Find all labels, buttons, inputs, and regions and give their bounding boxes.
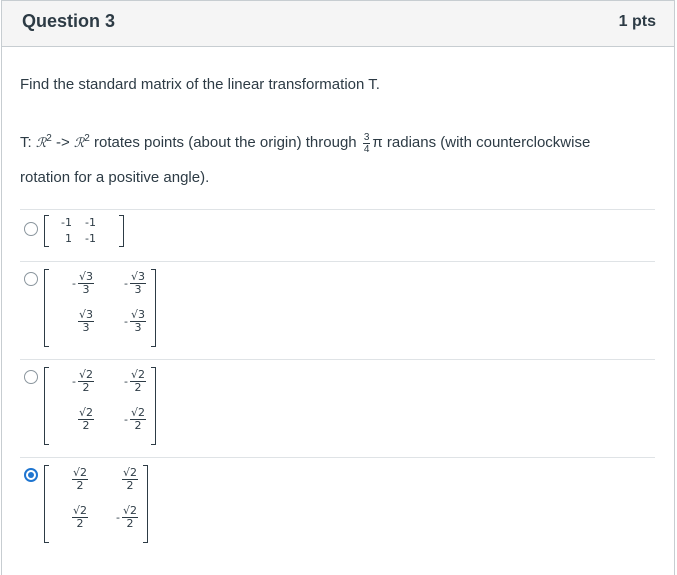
fraction: √3 3	[129, 271, 146, 296]
denominator: 3	[134, 321, 142, 334]
matrix: - √3 3 - √3 3 √3 3 - √3 3	[44, 269, 156, 347]
r-symbol: ℛ	[73, 136, 85, 151]
matrix-cell: - √3 3	[98, 309, 146, 334]
question-prompt: Find the standard matrix of the linear t…	[20, 76, 380, 93]
fraction: √2 2	[71, 467, 88, 492]
description-line-1: T: ℛ2 -> ℛ2 rotates points (about the or…	[20, 122, 650, 161]
left-bracket	[44, 215, 49, 247]
matrix-cell: - √2 2	[98, 369, 146, 394]
matrix-cell: -1	[85, 232, 96, 245]
minus-sign: -	[124, 413, 128, 426]
matrix-cell: √3 3	[50, 309, 94, 334]
right-bracket	[119, 215, 124, 247]
fraction: √2 2	[121, 505, 138, 530]
left-bracket	[44, 269, 49, 347]
matrix-cell: -1	[85, 216, 96, 229]
matrix-cell: √2 2	[92, 467, 138, 492]
fraction: √2 2	[129, 407, 146, 432]
matrix-cell: -1	[61, 216, 72, 229]
question-points: 1 pts	[618, 13, 656, 30]
fraction: √3 3	[77, 271, 94, 296]
minus-sign: -	[116, 511, 120, 524]
radio-button[interactable]	[24, 222, 38, 236]
right-bracket	[151, 269, 156, 347]
radio-button[interactable]	[24, 370, 38, 384]
matrix-cell: 1	[65, 232, 72, 245]
question-header: Question 3 1 pts	[2, 1, 674, 47]
question-title: Question 3	[22, 11, 116, 31]
minus-sign: -	[124, 315, 128, 328]
angle-denominator: 4	[363, 143, 370, 155]
fraction: √2 2	[121, 467, 138, 492]
denominator: 2	[76, 479, 84, 492]
right-bracket	[143, 465, 148, 543]
denominator: 2	[134, 419, 142, 432]
matrix-cell: - √3 3	[98, 271, 146, 296]
denominator: 3	[82, 283, 90, 296]
t-prefix: T:	[20, 134, 36, 151]
angle-numerator: 3	[362, 131, 371, 144]
arrow: ->	[51, 134, 74, 151]
r-symbol: ℛ	[35, 136, 47, 151]
matrix-cell: - √2 2	[92, 505, 138, 530]
matrix: - √2 2 - √2 2 √2 2 - √2 2	[44, 367, 156, 445]
radio-button[interactable]	[24, 272, 38, 286]
fraction: √3 3	[77, 309, 94, 334]
fraction: √2 2	[71, 505, 88, 530]
divider	[20, 209, 655, 210]
denominator: 2	[126, 479, 134, 492]
radio-button-selected[interactable]	[24, 468, 38, 482]
denominator: 2	[134, 381, 142, 394]
matrix-cell: √2 2	[50, 467, 88, 492]
fraction: √3 3	[129, 309, 146, 334]
fraction: √2 2	[77, 407, 94, 432]
minus-sign: -	[124, 375, 128, 388]
denominator: 3	[82, 321, 90, 334]
left-bracket	[44, 465, 49, 543]
matrix-cell: - √3 3	[50, 271, 94, 296]
denominator: 2	[126, 517, 134, 530]
fraction: √2 2	[129, 369, 146, 394]
matrix-cell: - √2 2	[50, 369, 94, 394]
minus-sign: -	[72, 277, 76, 290]
description-line-2: rotation for a positive angle).	[20, 169, 210, 186]
denominator: 2	[82, 419, 90, 432]
denominator: 2	[76, 517, 84, 530]
divider	[20, 359, 655, 360]
description-mid: rotates points (about the origin) throug…	[89, 134, 361, 151]
matrix-cell: √2 2	[50, 505, 88, 530]
matrix-cell: - √2 2	[98, 407, 146, 432]
denominator: 3	[134, 283, 142, 296]
description-tail: radians (with counterclockwise	[382, 134, 591, 151]
denominator: 2	[82, 381, 90, 394]
left-bracket	[44, 367, 49, 445]
matrix: -1 -1 1 -1	[44, 215, 124, 247]
matrix-cell: √2 2	[50, 407, 94, 432]
fraction: √2 2	[77, 369, 94, 394]
divider	[20, 261, 655, 262]
right-bracket	[151, 367, 156, 445]
minus-sign: -	[124, 277, 128, 290]
angle-fraction: 34	[362, 131, 371, 155]
question-description: T: ℛ2 -> ℛ2 rotates points (about the or…	[20, 122, 650, 195]
divider	[20, 457, 655, 458]
minus-sign: -	[72, 375, 76, 388]
pi-symbol: π	[372, 134, 383, 151]
matrix: √2 2 √2 2 √2 2 - √2 2	[44, 465, 148, 543]
